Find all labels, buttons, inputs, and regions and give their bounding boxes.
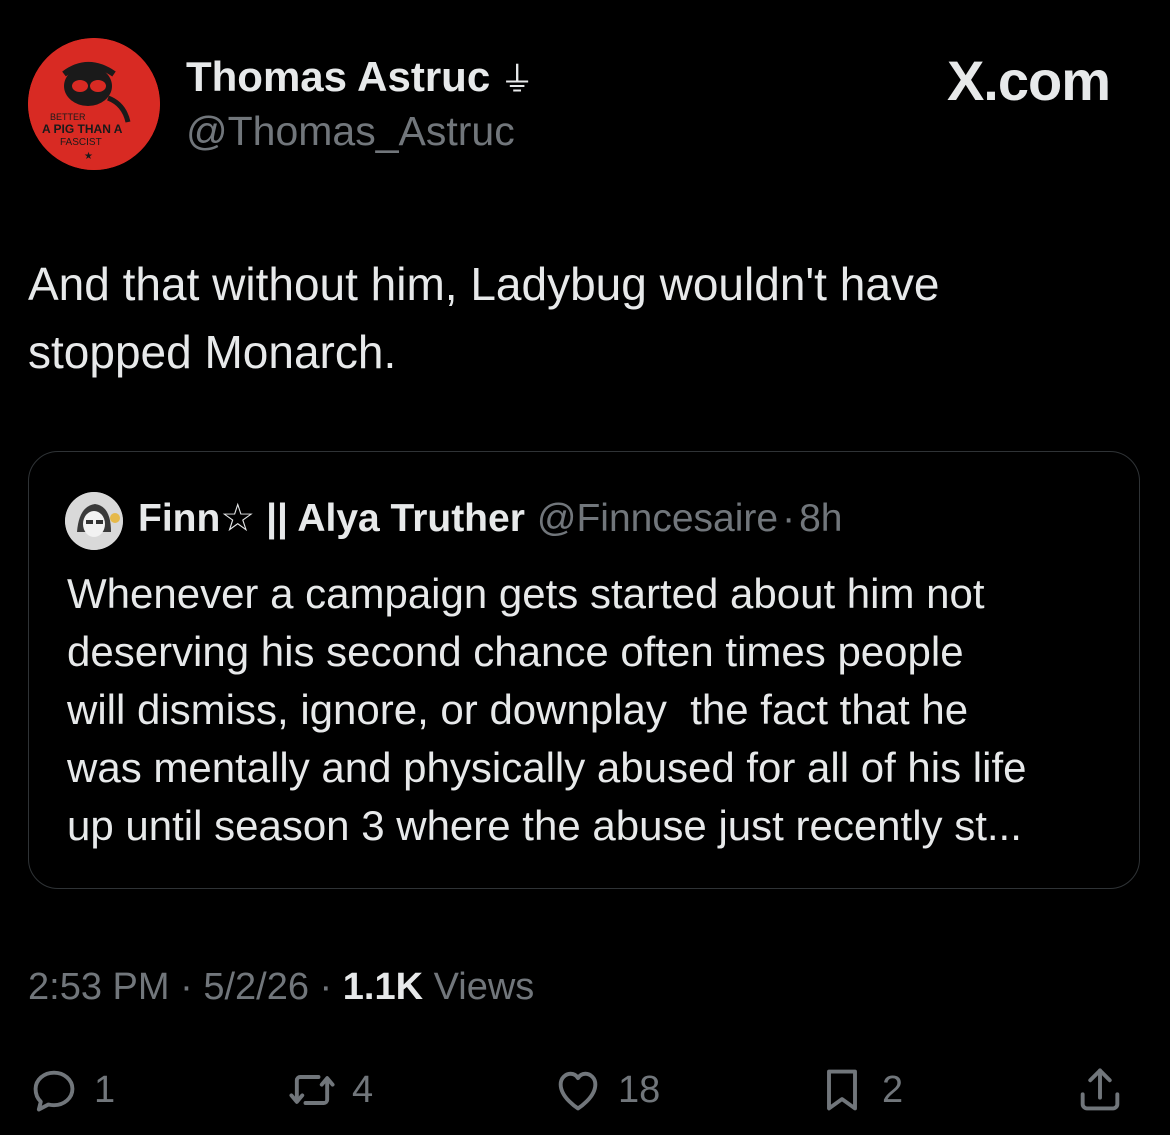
reply-button[interactable]: 1 [28, 1058, 115, 1122]
author-handle[interactable]: @Thomas_Astruc [186, 108, 515, 155]
reply-count: 1 [94, 1068, 116, 1111]
meta-separator: · [319, 966, 333, 1008]
brand-watermark: X.com [946, 49, 1111, 112]
quoted-text-line: Whenever a campaign gets started about h… [67, 570, 985, 617]
quoted-tweet-header: Finn☆ || Alya Truther @Finncesaire · 8h [138, 496, 842, 541]
reply-icon [33, 1070, 75, 1112]
quoted-text-line: deserving his second chance often times … [67, 628, 964, 675]
ground-badge-icon: ⏚ [500, 61, 535, 99]
avatar-text-3: FASCIST [60, 137, 102, 148]
views-label: Views [433, 966, 535, 1008]
quoted-separator: · [782, 497, 796, 540]
share-button[interactable] [1074, 1058, 1126, 1122]
quoted-tweet-text: Whenever a campaign gets started about h… [67, 565, 1117, 855]
quoted-author-name[interactable]: Finn☆ || Alya Truther [138, 497, 525, 540]
meta-separator: · [180, 966, 193, 1008]
quoted-author-handle[interactable]: @Finncesaire [537, 497, 778, 540]
views-count: 1.1K [342, 966, 424, 1008]
tweet-date[interactable]: 5/2/26 [203, 966, 309, 1008]
pig-aviator-avatar-icon: BETTER A PIG THAN A FASCIST ★ [28, 38, 160, 170]
quoted-text-line: up until season 3 where the abuse just r… [67, 802, 1022, 849]
repost-icon [289, 1075, 335, 1105]
avatar-text-2: A PIG THAN A [42, 122, 123, 136]
quoted-text-line: was mentally and physically abused for a… [67, 744, 1027, 791]
author-display-name[interactable]: Thomas Astruc ⏚ [186, 52, 534, 101]
avatar-text-1: BETTER [50, 112, 86, 122]
heart-icon [558, 1071, 598, 1111]
tweet-text-line: stopped Monarch. [28, 326, 397, 378]
anime-avatar-icon [65, 492, 123, 550]
repost-count: 4 [352, 1068, 374, 1111]
repost-button[interactable]: 4 [286, 1058, 373, 1122]
quoted-timestamp[interactable]: 8h [799, 497, 842, 540]
bookmark-icon [827, 1069, 857, 1111]
bookmark-count: 2 [882, 1068, 904, 1111]
like-button[interactable]: 18 [552, 1058, 660, 1122]
like-count: 18 [618, 1068, 661, 1111]
tweet-meta: 2:53 PM · 5/2/26 · 1.1K Views [28, 966, 534, 1009]
bookmark-button[interactable]: 2 [816, 1058, 903, 1122]
author-avatar[interactable]: BETTER A PIG THAN A FASCIST ★ [28, 38, 160, 170]
avatar-text-4: ★ [84, 151, 93, 162]
quoted-author-avatar[interactable] [65, 492, 123, 550]
tweet-text: And that without him, Ladybug wouldn't h… [28, 250, 1138, 386]
tweet-text-line: And that without him, Ladybug wouldn't h… [28, 258, 940, 310]
quoted-text-line: will dismiss, ignore, or downplay the fa… [67, 686, 969, 733]
tweet-time[interactable]: 2:53 PM [28, 966, 170, 1008]
author-name-text: Thomas Astruc [186, 53, 491, 100]
share-icon [1080, 1068, 1120, 1111]
